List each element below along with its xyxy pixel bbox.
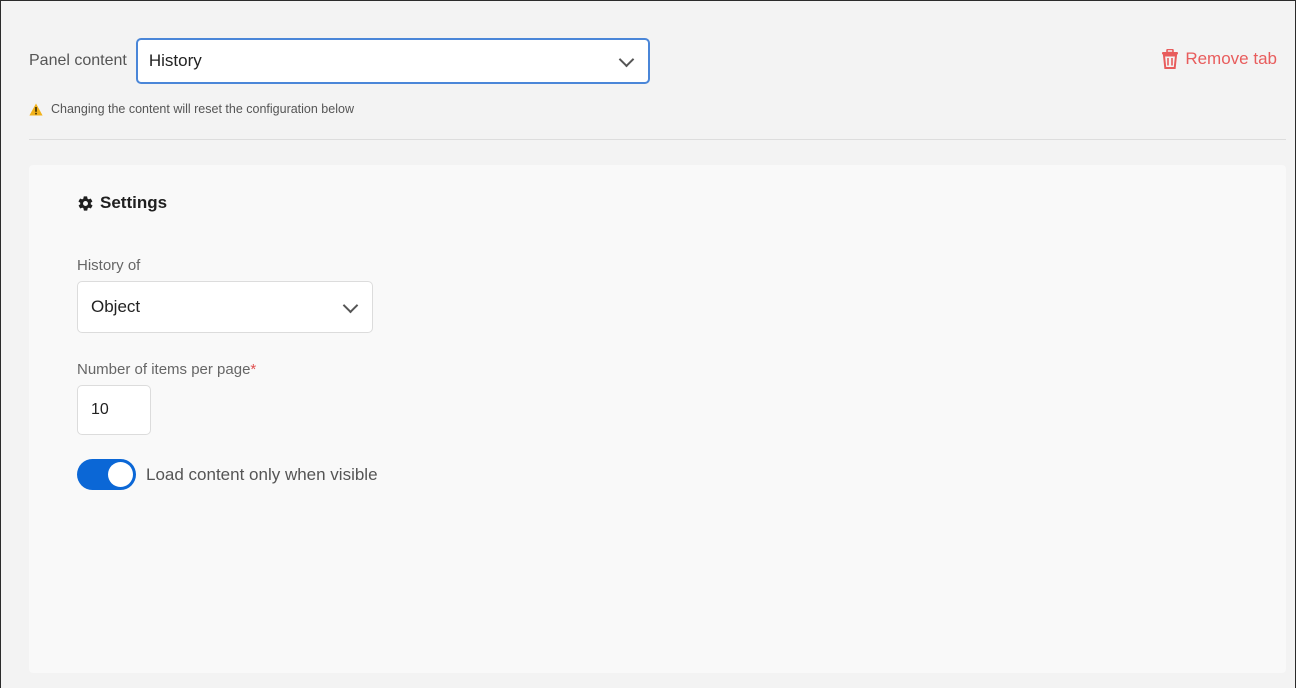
load-visible-label: Load content only when visible <box>146 464 378 484</box>
panel-content-value: History <box>148 51 202 70</box>
history-of-select[interactable]: Object <box>77 281 373 333</box>
remove-tab-label: Remove tab <box>1185 49 1277 68</box>
history-of-value: Object <box>91 297 141 316</box>
settings-heading: Settings <box>77 193 167 213</box>
panel-content-select[interactable]: History <box>135 38 650 84</box>
divider <box>29 139 1286 140</box>
gear-icon <box>78 195 93 211</box>
required-marker: * <box>250 361 257 378</box>
chevron-down-icon <box>618 51 635 68</box>
settings-title: Settings <box>100 193 168 212</box>
reset-warning: Changing the content will reset the conf… <box>29 102 354 116</box>
panel-content-label: Panel content <box>29 52 127 69</box>
load-visible-toggle[interactable] <box>77 459 136 490</box>
trash-icon <box>1162 49 1179 69</box>
panel-content-row: Panel content History <box>29 36 650 86</box>
items-per-page-input[interactable] <box>77 385 151 435</box>
warning-icon <box>29 103 43 115</box>
items-per-page-label: Number of items per page* <box>77 361 256 378</box>
settings-card: Settings History of Object Number of ite… <box>29 165 1286 673</box>
items-per-page-label-text: Number of items per page <box>77 361 251 378</box>
remove-tab-button[interactable]: Remove tab <box>1161 49 1277 69</box>
load-visible-row: Load content only when visible <box>77 459 378 490</box>
toggle-knob <box>108 462 133 487</box>
history-of-label: History of <box>77 257 141 274</box>
panel-editor: Panel content History Remove tab Changin… <box>0 0 1296 688</box>
warning-text: Changing the content will reset the conf… <box>51 102 354 116</box>
chevron-down-icon <box>342 297 359 314</box>
